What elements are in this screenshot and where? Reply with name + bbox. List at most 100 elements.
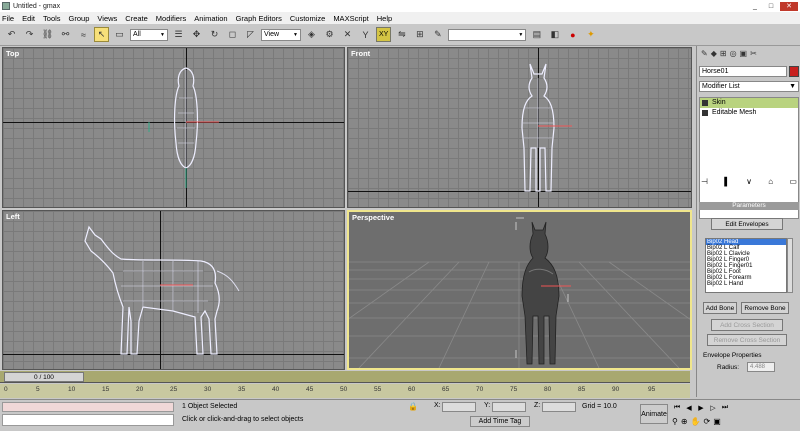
pivot-center-icon[interactable]: ◈ <box>304 27 319 42</box>
go-to-end-icon[interactable]: ⏭ <box>720 404 730 414</box>
select-by-name-icon[interactable]: ☰ <box>171 27 186 42</box>
motion-tab-icon[interactable]: ◎ <box>730 49 737 58</box>
radius-spinner[interactable]: 4.488 <box>747 362 775 372</box>
remove-modifier-icon[interactable]: ⌂ <box>768 177 773 186</box>
bone-list-scrollbar[interactable] <box>787 238 793 293</box>
menu-tools[interactable]: Tools <box>43 14 61 23</box>
select-manipulate-icon[interactable]: ⚙ <box>322 27 337 42</box>
zoom-icon[interactable]: ⚲ <box>672 417 678 426</box>
parameters-rollout-header[interactable]: Parameters <box>699 202 799 210</box>
selection-status: 1 Object Selected <box>182 403 238 410</box>
crossing-icon[interactable]: ◸ <box>243 27 258 42</box>
arc-rotate-icon[interactable]: ⟳ <box>704 417 711 426</box>
lightbulb-icon[interactable] <box>702 100 708 106</box>
modify-tab-icon[interactable]: ◆ <box>711 49 717 58</box>
select-region-icon[interactable]: ▭ <box>112 27 127 42</box>
snap-icon[interactable]: ✎ <box>430 27 445 42</box>
grid-size: Grid = 10.0 <box>582 403 617 410</box>
add-bone-button[interactable]: Add Bone <box>703 302 737 314</box>
quick-render-icon[interactable]: ✦ <box>583 27 598 42</box>
show-end-result-icon[interactable]: ▌ <box>724 177 730 186</box>
maxscript-listener-mini[interactable] <box>2 402 174 412</box>
restrict-y-icon[interactable]: Y <box>358 27 373 42</box>
menu-edit[interactable]: Edit <box>22 14 35 23</box>
time-slider-thumb[interactable]: 0 / 100 <box>4 372 84 382</box>
modifier-list-dropdown[interactable]: Modifier List ▼ <box>699 81 799 92</box>
maxscript-input[interactable] <box>2 414 174 426</box>
render-icon[interactable]: ● <box>565 27 580 42</box>
minimize-button[interactable]: _ <box>748 2 762 11</box>
named-selection-dropdown[interactable]: ▼ <box>448 28 527 41</box>
app-icon <box>2 2 10 10</box>
edit-envelopes-button[interactable]: Edit Envelopes <box>711 218 783 230</box>
menu-views[interactable]: Views <box>97 14 117 23</box>
display-tab-icon[interactable]: ▣ <box>740 49 748 58</box>
select-move-icon[interactable]: ✥ <box>189 27 204 42</box>
viewport-top[interactable]: Top <box>2 47 345 208</box>
link-icon[interactable]: ⛓ <box>40 27 55 42</box>
restrict-x-icon[interactable]: ✕ <box>340 27 355 42</box>
remove-bone-button[interactable]: Remove Bone <box>741 302 789 314</box>
material-editor-icon[interactable]: ◧ <box>547 27 562 42</box>
reference-coordinate-dropdown[interactable]: View ▼ <box>261 28 301 41</box>
bone-list-item[interactable]: Bip02 L Hand <box>706 281 786 287</box>
select-scale-icon[interactable]: ◻ <box>225 27 240 42</box>
zoom-all-icon[interactable]: ⊕ <box>681 417 688 426</box>
menu-help[interactable]: Help <box>377 14 392 23</box>
menu-group[interactable]: Group <box>69 14 90 23</box>
time-slider[interactable]: 0 / 100 <box>0 371 690 383</box>
close-button[interactable]: ✕ <box>780 1 798 11</box>
object-name-field[interactable]: Horse01 <box>699 66 787 77</box>
menu-customize[interactable]: Customize <box>290 14 325 23</box>
track-view-icon[interactable]: ▤ <box>529 27 544 42</box>
utilities-tab-icon[interactable]: ✂ <box>750 49 757 58</box>
configure-sets-icon[interactable]: ▭ <box>789 177 797 186</box>
lock-selection-icon[interactable]: 🔒 <box>408 402 418 411</box>
z-coordinate-field[interactable] <box>542 402 576 412</box>
pan-icon[interactable]: ✋ <box>691 417 701 426</box>
go-to-start-icon[interactable]: ⏮ <box>672 404 682 414</box>
hierarchy-tab-icon[interactable]: ⊞ <box>720 49 727 58</box>
select-object-icon[interactable]: ↖ <box>94 27 109 42</box>
menu-modifiers[interactable]: Modifiers <box>156 14 186 23</box>
track-bar[interactable]: 0 5 10 15 20 25 30 35 40 45 50 55 60 65 … <box>0 384 690 398</box>
add-cross-section-button[interactable]: Add Cross Section <box>711 319 783 331</box>
menu-file[interactable]: File <box>2 14 14 23</box>
command-panel-tabs: ✎ ◆ ⊞ ◎ ▣ ✂ <box>697 46 800 60</box>
unlink-icon[interactable]: ⚯ <box>58 27 73 42</box>
viewport-front[interactable]: Front <box>347 47 692 208</box>
menu-animation[interactable]: Animation <box>194 14 227 23</box>
y-coordinate-field[interactable] <box>492 402 526 412</box>
restrict-xy-button[interactable]: XY <box>376 27 392 42</box>
viewport-left[interactable]: Left <box>2 210 345 370</box>
align-icon[interactable]: ⊞ <box>412 27 427 42</box>
menu-create[interactable]: Create <box>125 14 148 23</box>
remove-cross-section-button[interactable]: Remove Cross Section <box>707 334 787 346</box>
add-time-tag-button[interactable]: Add Time Tag <box>470 416 530 427</box>
animate-button[interactable]: Animate <box>640 404 668 424</box>
bind-space-warp-icon[interactable]: ≈ <box>76 27 91 42</box>
stack-item-skin[interactable]: Skin <box>700 98 798 108</box>
menu-graph-editors[interactable]: Graph Editors <box>236 14 282 23</box>
stack-item-editable-mesh[interactable]: Editable Mesh <box>700 108 798 118</box>
modifier-stack: Skin Editable Mesh <box>699 97 799 219</box>
create-tab-icon[interactable]: ✎ <box>701 49 708 58</box>
x-coordinate-field[interactable] <box>442 402 476 412</box>
make-unique-icon[interactable]: ∨ <box>746 177 752 186</box>
object-color-swatch[interactable] <box>789 66 799 77</box>
pin-stack-icon[interactable]: ⊣ <box>701 177 708 186</box>
selection-filter-dropdown[interactable]: All ▼ <box>130 28 168 41</box>
previous-frame-icon[interactable]: ◀ <box>684 404 694 414</box>
undo-icon[interactable]: ↶ <box>4 27 19 42</box>
menu-maxscript[interactable]: MAXScript <box>333 14 368 23</box>
selection-filter-value: All <box>133 31 141 38</box>
next-frame-icon[interactable]: ▷ <box>708 404 718 414</box>
viewport-perspective[interactable]: Perspective <box>347 210 692 370</box>
maximize-viewport-icon[interactable]: ▣ <box>713 417 721 426</box>
maximize-button[interactable]: □ <box>764 2 778 11</box>
select-rotate-icon[interactable]: ↻ <box>207 27 222 42</box>
play-icon[interactable]: ▶ <box>696 404 706 414</box>
mirror-icon[interactable]: ⇋ <box>394 27 409 42</box>
redo-icon[interactable]: ↷ <box>22 27 37 42</box>
bone-list[interactable]: Bip02 Head Bip02 L Calf Bip02 L Clavicle… <box>705 238 787 293</box>
